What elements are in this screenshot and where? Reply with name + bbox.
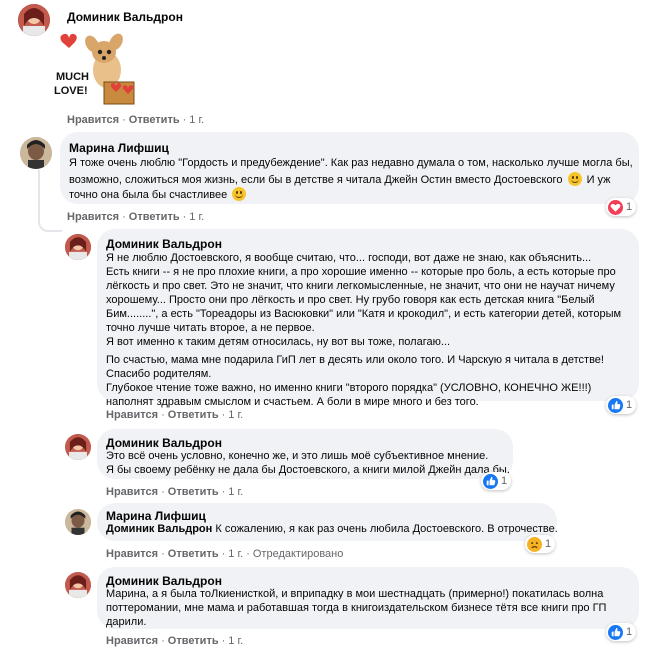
comment-actions: Нравится · Ответить · 1 г. (67, 114, 205, 126)
reaction-number: 1 (501, 475, 508, 487)
avatar[interactable] (65, 434, 91, 460)
timestamp[interactable]: 1 г. (228, 635, 243, 647)
reaction-count[interactable]: 1 (606, 198, 637, 216)
comment-author[interactable]: Марина Лифшиц (69, 141, 169, 155)
like-button[interactable]: Нравится (106, 409, 158, 421)
comment-text-line: лёгкость и про свет. Это не значит, что … (106, 280, 615, 292)
comment-text-line: Спасибо родителям. (106, 368, 212, 380)
reaction-count[interactable]: 1 (606, 396, 637, 414)
edited-label: Отредактировано (252, 548, 344, 560)
reply-button[interactable]: Ответить (129, 211, 180, 223)
comment-text-line: Я тоже очень люблю "Гордость и предубежд… (69, 157, 633, 169)
timestamp[interactable]: 1 г. (228, 409, 243, 421)
comment-author[interactable]: Доминик Вальдрон (67, 10, 183, 24)
comment-text-line: Есть книги -- я не про плохие книги, а п… (106, 266, 616, 278)
avatar[interactable] (65, 234, 91, 260)
like-button[interactable]: Нравится (67, 114, 119, 126)
reaction-number: 1 (626, 201, 633, 213)
like-icon (608, 397, 623, 413)
comment-text-line: Доминик Вальдрон К сожалению, я как раз … (106, 523, 558, 535)
reaction-number: 1 (626, 399, 633, 411)
comment-author[interactable]: Марина Лифшиц (106, 509, 206, 523)
smile-emoji-icon (232, 187, 247, 201)
comment-text-segment: И уж (586, 174, 611, 186)
comment-author[interactable]: Доминик Вальдрон (106, 574, 222, 588)
comment-text-line: Марина, а я была тоЛкиенисткой, и вприпа… (106, 588, 604, 600)
comment-text-segment: точно она была бы счастливее (69, 189, 228, 201)
reply-button[interactable]: Ответить (168, 409, 219, 421)
timestamp[interactable]: 1 г. (189, 211, 204, 223)
reply-button[interactable]: Ответить (168, 635, 219, 647)
comment-text-line: Бим........", а есть "Тореадоры из Васюк… (106, 308, 622, 320)
comment-actions: Нравится · Ответить · 1 г. · Отредактировано (106, 548, 344, 560)
comment-text-segment: возможно, сложиться моя жизнь, если бы в… (69, 174, 563, 186)
comment-text-line: По счастью, мама мне подарила ГиП лет в … (106, 354, 604, 366)
sticker: MUCH LOVE! (52, 30, 142, 110)
sad-icon (527, 536, 542, 552)
sticker-text-much: MUCH (56, 71, 89, 83)
comment-text-line: возможно, сложиться моя жизнь, если бы в… (69, 172, 611, 186)
comment-text-line: точно лучше читать второе, а не первое. (106, 322, 315, 334)
sticker-text-love: LOVE! (54, 85, 88, 97)
comment-text-line: Я вот именно к таким детям относилась, н… (106, 336, 451, 348)
comment-actions: Нравится · Ответить · 1 г. (67, 211, 205, 223)
heart-icon (608, 199, 623, 215)
comment-text-line: Глубокое чтение тоже важно, но именно кн… (106, 382, 592, 394)
comment-author[interactable]: Доминик Вальдрон (106, 436, 222, 450)
avatar[interactable] (20, 137, 52, 169)
smile-emoji-icon (567, 172, 582, 186)
comment-text-line: Я не люблю Достоевского, я вообще считаю… (106, 252, 592, 264)
reply-button[interactable]: Ответить (129, 114, 180, 126)
comment-author[interactable]: Доминик Вальдрон (106, 237, 222, 251)
avatar[interactable] (65, 572, 91, 598)
reaction-count[interactable]: 1 (525, 535, 556, 553)
mention-link[interactable]: Доминик Вальдрон (106, 523, 212, 535)
avatar[interactable] (18, 4, 50, 36)
reaction-number: 1 (626, 626, 633, 638)
comment-text-line: наполнят здравым смыслом и счастьем. А б… (106, 396, 479, 408)
avatar[interactable] (65, 509, 91, 535)
like-button[interactable]: Нравится (106, 635, 158, 647)
comment-text-line: поттеромании, мне мама и работавшая тогд… (106, 602, 607, 614)
comment-text-line: дарили. (106, 616, 147, 628)
comment-text-line: Это всё очень условно, конечно же, и это… (106, 450, 489, 462)
comment-text-line: Я бы своему ребёнку не дала бы Достоевск… (106, 464, 510, 476)
comment-text-segment: К сожалению, я как раз очень любила Дост… (215, 523, 558, 535)
timestamp[interactable]: 1 г. (189, 114, 204, 126)
like-button[interactable]: Нравится (106, 486, 158, 498)
timestamp[interactable]: 1 г. (228, 548, 243, 560)
thread-line (38, 170, 62, 232)
like-icon (483, 473, 498, 489)
comment-actions: Нравится · Ответить · 1 г. (106, 635, 244, 647)
like-button[interactable]: Нравится (106, 548, 158, 560)
comment-text-line: хорошему... Просто они про лёгкость и пр… (106, 294, 595, 306)
reaction-count[interactable]: 1 (481, 472, 512, 490)
reply-button[interactable]: Ответить (168, 548, 219, 560)
reaction-number: 1 (545, 538, 552, 550)
comment-actions: Нравится · Ответить · 1 г. (106, 486, 244, 498)
reaction-count[interactable]: 1 (606, 623, 637, 641)
like-icon (608, 624, 623, 640)
like-button[interactable]: Нравится (67, 211, 119, 223)
timestamp[interactable]: 1 г. (228, 486, 243, 498)
comment-actions: Нравится · Ответить · 1 г. (106, 409, 244, 421)
reply-button[interactable]: Ответить (168, 486, 219, 498)
comment-text-line: точно она была бы счастливее (69, 187, 248, 201)
